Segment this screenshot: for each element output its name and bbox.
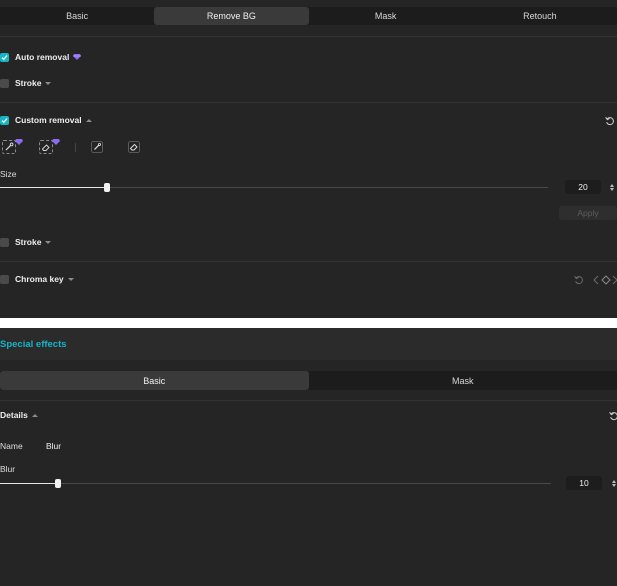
stroke-row: Stroke [0, 235, 52, 249]
blur-label: Blur [0, 464, 16, 474]
custom-removal-checkbox[interactable] [0, 115, 9, 125]
size-slider-thumb[interactable] [104, 183, 111, 192]
name-value: Blur [46, 441, 62, 451]
size-value-input[interactable]: 20 [565, 180, 601, 194]
tab-remove-bg[interactable]: Remove BG [154, 7, 309, 25]
gem-icon [15, 139, 23, 145]
smart-eraser-icon [41, 144, 50, 151]
size-stepper[interactable] [608, 181, 615, 193]
auto-removal-row: Auto removal [0, 50, 82, 64]
tab-mask[interactable]: Mask [309, 7, 463, 25]
size-slider[interactable] [0, 183, 548, 192]
chevron-down-icon[interactable] [45, 240, 52, 244]
custom-removal-label: Custom removal [15, 115, 82, 125]
reset-icon[interactable] [574, 275, 584, 285]
blur-value-input[interactable]: 10 [566, 476, 602, 490]
brush-icon [91, 141, 103, 153]
special-effects-title: Special effects [0, 339, 67, 350]
gem-icon [52, 139, 60, 145]
divider [0, 261, 617, 262]
tab-basic[interactable]: Basic [0, 7, 154, 25]
eraser-icon [128, 141, 140, 153]
custom-removal-row: Custom removal [0, 113, 92, 127]
keyframe-icon[interactable] [601, 275, 611, 285]
blur-slider-fill [0, 483, 59, 484]
smart-brush-icon [5, 142, 14, 151]
eraser-tool[interactable] [127, 140, 141, 154]
chevron-right-icon[interactable] [612, 275, 617, 285]
stroke-checkbox[interactable] [0, 78, 9, 88]
stroke-checkbox[interactable] [0, 237, 9, 247]
stroke-label: Stroke [15, 237, 42, 247]
chevron-down-icon[interactable] [45, 81, 52, 85]
brush-tool[interactable] [90, 140, 104, 154]
special-effects-panel: Special effects Basic Mask Details Name … [0, 328, 617, 586]
divider [0, 36, 617, 37]
tool-separator [75, 143, 76, 152]
reset-icon[interactable] [605, 116, 615, 126]
smart-eraser-tool[interactable] [39, 140, 53, 154]
auto-removal-label: Auto removal [15, 52, 70, 62]
apply-button[interactable]: Apply [559, 206, 617, 220]
chevron-left-icon[interactable] [593, 275, 599, 285]
tab-basic[interactable]: Basic [0, 371, 309, 390]
divider [0, 102, 617, 103]
name-label: Name [0, 441, 23, 451]
top-tab-bar: Basic Remove BG Mask Retouch [0, 7, 617, 25]
reset-icon[interactable] [609, 411, 617, 421]
special-effects-header: Special effects [0, 328, 617, 360]
blur-slider[interactable] [0, 479, 551, 488]
tab-mask[interactable]: Mask [309, 371, 617, 390]
gem-icon [73, 54, 82, 60]
chroma-key-label: Chroma key [15, 274, 64, 284]
panel-separator [0, 318, 617, 328]
stroke-row: Stroke [0, 76, 52, 90]
chevron-up-icon[interactable] [85, 118, 92, 122]
chroma-key-checkbox[interactable] [0, 274, 9, 284]
smart-brush-tool[interactable] [2, 140, 16, 154]
remove-bg-panel: Basic Remove BG Mask Retouch Auto remova… [0, 0, 617, 318]
chevron-down-icon[interactable] [67, 277, 74, 281]
size-slider-fill [0, 187, 108, 188]
effects-tab-bar: Basic Mask [0, 371, 617, 390]
blur-stepper[interactable] [610, 477, 617, 489]
divider [0, 400, 617, 401]
blur-slider-thumb[interactable] [55, 479, 62, 488]
stroke-label: Stroke [15, 78, 42, 88]
tab-retouch[interactable]: Retouch [463, 7, 617, 25]
size-label: Size [0, 169, 17, 179]
chroma-key-row: Chroma key [0, 272, 74, 286]
details-row: Details [0, 408, 38, 422]
details-label: Details [0, 410, 28, 420]
auto-removal-checkbox[interactable] [0, 52, 9, 62]
chevron-up-icon[interactable] [31, 413, 38, 417]
